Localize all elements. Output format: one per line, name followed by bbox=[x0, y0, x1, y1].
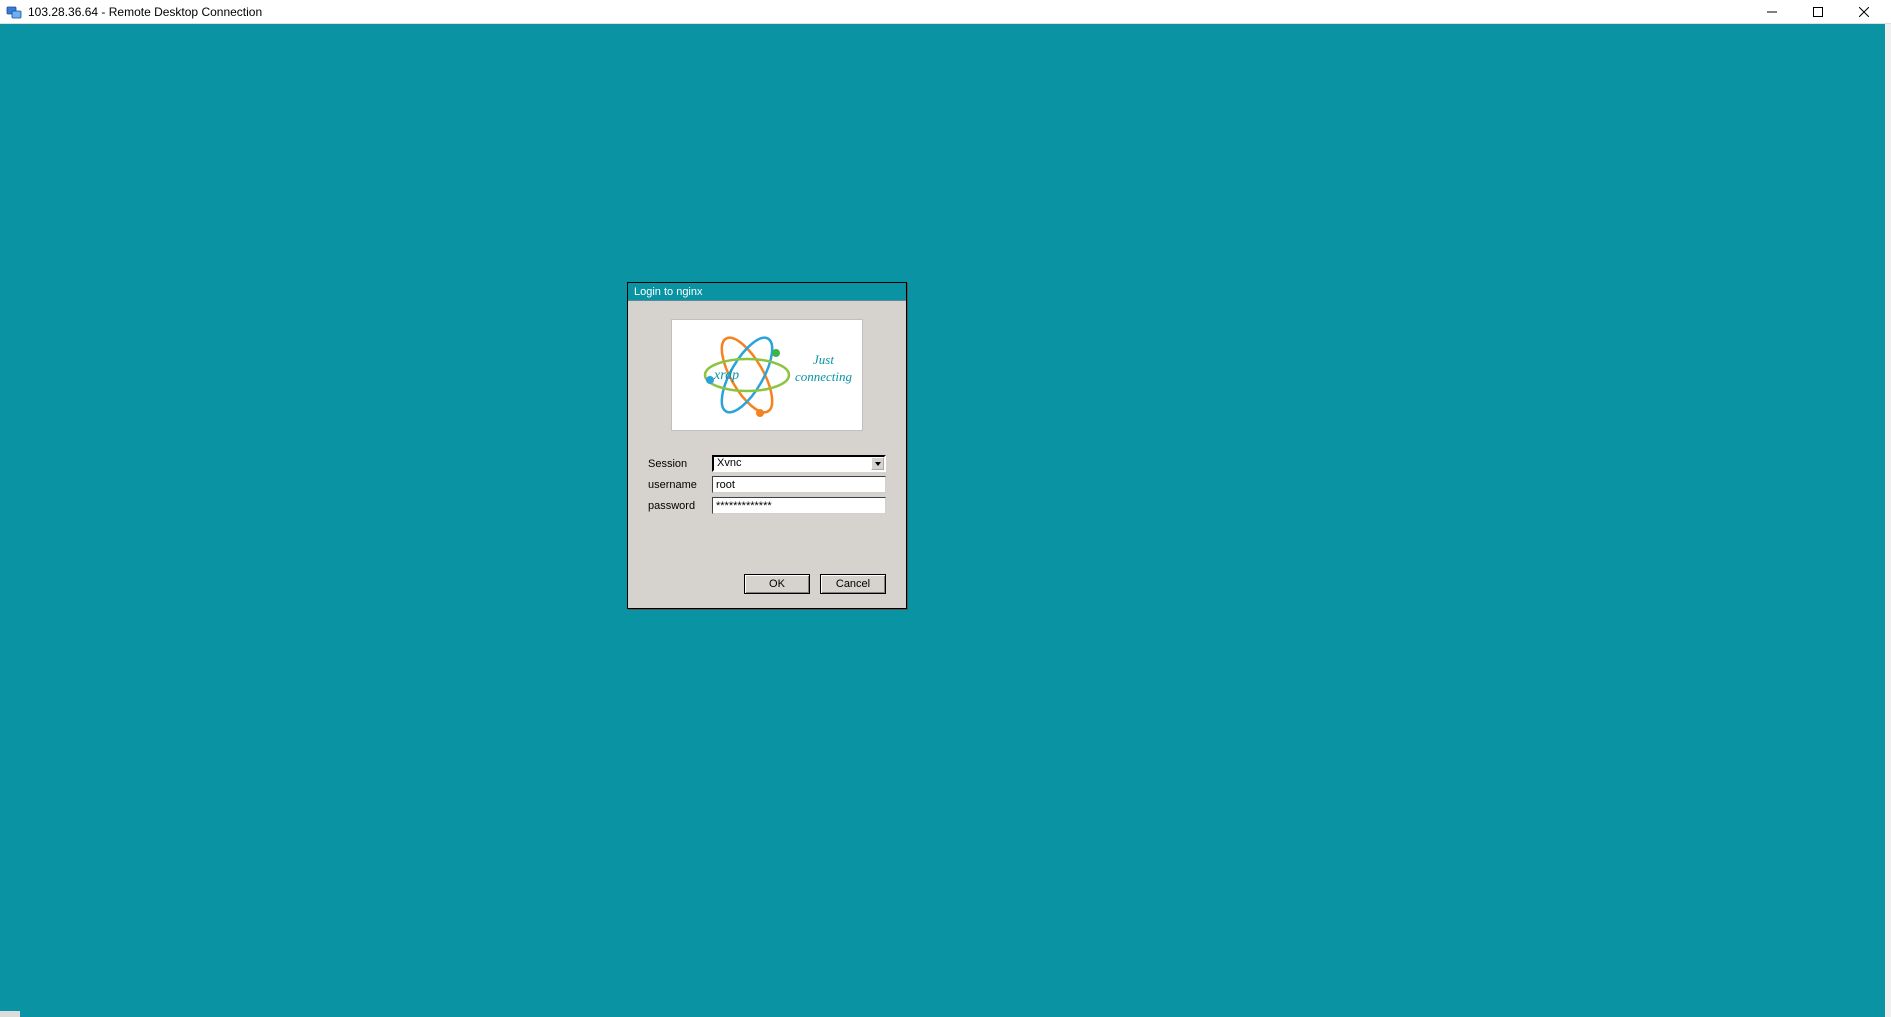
dialog-button-row: OK Cancel bbox=[648, 574, 886, 594]
login-dialog-body: xrdp Just connecting Session Xvnc userna… bbox=[628, 301, 906, 608]
taskbar-edge bbox=[0, 1011, 20, 1017]
password-row: password bbox=[648, 497, 886, 514]
tagline-line2: connecting bbox=[795, 369, 852, 386]
ok-button[interactable]: OK bbox=[744, 574, 810, 594]
window-title: 103.28.36.64 - Remote Desktop Connection bbox=[28, 5, 262, 19]
login-dialog-title: Login to nginx bbox=[634, 286, 703, 298]
remote-viewport[interactable]: Login to nginx xrdp Just connec bbox=[5, 28, 1885, 1013]
login-dialog-titlebar[interactable]: Login to nginx bbox=[628, 283, 906, 301]
window-controls bbox=[1749, 0, 1887, 23]
username-label: username bbox=[648, 479, 712, 491]
maximize-button[interactable] bbox=[1795, 0, 1841, 24]
close-button[interactable] bbox=[1841, 0, 1887, 24]
xrdp-logo: xrdp Just connecting bbox=[671, 319, 863, 431]
username-row: username bbox=[648, 476, 886, 493]
session-row: Session Xvnc bbox=[648, 455, 886, 472]
remote-desktop-surface: Login to nginx xrdp Just connec bbox=[0, 24, 1891, 1017]
xrdp-tagline: Just connecting bbox=[795, 352, 852, 386]
session-select-wrap[interactable]: Xvnc bbox=[712, 455, 886, 472]
cancel-button[interactable]: Cancel bbox=[820, 574, 886, 594]
tagline-line1: Just bbox=[795, 352, 852, 369]
username-input[interactable] bbox=[712, 476, 886, 493]
password-label: password bbox=[648, 500, 712, 512]
vertical-scrollbar[interactable] bbox=[1885, 24, 1891, 1017]
session-select[interactable]: Xvnc bbox=[712, 455, 886, 472]
minimize-button[interactable] bbox=[1749, 0, 1795, 24]
password-input[interactable] bbox=[712, 497, 886, 514]
session-label: Session bbox=[648, 458, 712, 470]
login-dialog: Login to nginx xrdp Just connec bbox=[627, 282, 907, 609]
rdp-icon bbox=[6, 4, 22, 20]
rdp-window-titlebar: 103.28.36.64 - Remote Desktop Connection bbox=[0, 0, 1891, 24]
xrdp-logo-text: xrdp bbox=[714, 368, 739, 384]
